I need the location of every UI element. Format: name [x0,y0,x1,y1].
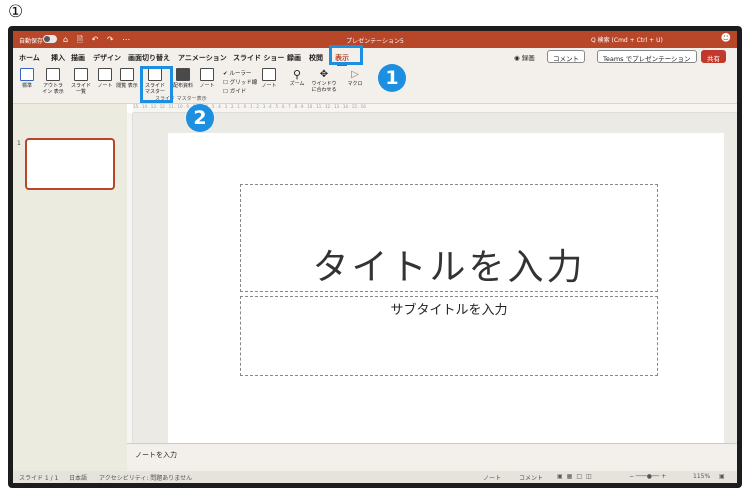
outline-view-icon [46,68,60,81]
thumbnail-number: 1 [17,140,21,147]
fit-window-icon: ✥ [319,69,329,80]
tab-slideshow[interactable]: スライド ショー [233,53,284,63]
zoom-label: ズーム [289,81,305,87]
notes-page-label: ノート [97,83,113,89]
reading-view-label: 閲覧 表示 [116,83,138,89]
slide-sorter-icon [74,68,88,81]
gridlines-checkbox[interactable]: ☐ グリッド線 [223,78,257,86]
tab-animations[interactable]: アニメーション [178,53,227,63]
callout-badge-one: 1 [378,64,406,92]
status-bar: スライド 1 / 1 日本語 アクセシビリティ: 問題ありません ノート コメン… [13,471,737,483]
title-placeholder[interactable]: タイトルを入力 [240,184,658,292]
accessibility-status[interactable]: アクセシビリティ: 問題ありません [99,473,192,482]
outline-view-button[interactable]: アウトライン 表示 [41,68,65,95]
comments-status-button[interactable]: コメント [519,473,543,482]
tab-design[interactable]: デザイン [93,53,121,63]
macro-label: マクロ [347,81,363,87]
notes-toggle-button[interactable]: ノート [257,68,281,89]
slide-master-highlight [140,66,173,103]
view-ribbon: 標準 アウトライン 表示 スライド 一覧 ノート 閲覧 表示 スライド マスター… [13,66,737,104]
slide-count: スライド 1 / 1 [19,475,59,482]
tab-insert[interactable]: 挿入 [51,53,65,63]
share-button[interactable]: 共有 [701,50,726,63]
notes-page-icon [98,68,112,81]
fit-slide-icon[interactable]: ▣ [719,473,725,480]
step-label: ① [8,2,24,22]
teams-present-button[interactable]: Teams でプレゼンテーション [597,50,697,63]
slide-canvas: タイトルを入力 サブタイトルを入力 [133,113,737,443]
normal-view-icon [20,68,34,81]
tab-record[interactable]: 録画 [287,53,301,63]
title-bar: 自動保存 ⌂ 🗎 ↶ ↷ ⋯ プレゼンテーション5 Q 検索 (Cmd + Ct… [13,31,737,48]
tab-home[interactable]: ホーム [19,53,40,63]
notes-master-label: ノート [199,83,215,89]
tab-transitions[interactable]: 画面切り替え [128,53,170,63]
tab-draw[interactable]: 描画 [71,53,85,63]
powerpoint-window: 自動保存 ⌂ 🗎 ↶ ↷ ⋯ プレゼンテーション5 Q 検索 (Cmd + Ct… [8,26,742,488]
handout-master-label: 配布資料 [172,83,193,89]
normal-view-label: 標準 [21,83,32,89]
zoom-slider[interactable]: − ───●── + [629,473,666,480]
ruler-label: ルーラー [229,71,252,77]
notes-page-button[interactable]: ノート [93,68,117,89]
handout-master-button[interactable]: 配布資料 [171,68,195,89]
macro-button[interactable]: ▷ マクロ [343,68,367,87]
slide-thumbnail[interactable] [25,138,115,190]
guides-label: ガイド [229,89,247,95]
horizontal-ruler: 15 . 14 . 13 . 12 . 11 . 10 . 9 . 8 . 7 … [133,104,737,113]
subtitle-placeholder[interactable]: サブタイトルを入力 [240,296,658,376]
tab-review[interactable]: 校閲 [309,53,323,63]
view-tab-highlight [329,45,363,65]
notes-master-icon [200,68,214,81]
account-icon[interactable]: ☻ [721,33,731,44]
slide-sorter-button[interactable]: スライド 一覧 [69,68,93,95]
notes-placeholder: ノートを入力 [135,451,177,459]
search-input[interactable]: Q 検索 (Cmd + Ctrl + U) [591,35,663,44]
gridlines-label: グリッド線 [229,80,258,86]
macro-play-icon: ▷ [351,69,359,80]
language-status[interactable]: 日本語 [69,473,87,482]
ribbon-tabs: ホーム 挿入 描画 デザイン 画面切り替え アニメーション スライド ショー 録… [13,48,737,67]
magnifier-icon: ⚲ [292,68,302,81]
reading-view-icon [120,68,134,81]
zoom-level[interactable]: 115% [693,473,710,480]
notes-master-button[interactable]: ノート [195,68,219,89]
outline-view-label: アウトライン 表示 [42,83,64,95]
subtitle-placeholder-text: サブタイトルを入力 [390,303,508,318]
notes-pane[interactable]: ノートを入力 [127,443,737,471]
zoom-button[interactable]: ⚲ ズーム [285,68,309,87]
slide[interactable]: タイトルを入力 サブタイトルを入力 [168,133,724,443]
notes-toggle-icon [262,68,276,81]
notes-status-button[interactable]: ノート [483,473,501,482]
fit-window-label: ウインドウ に合わせる [311,81,337,93]
slide-thumbnail-panel: 1 [13,104,127,471]
reading-view-button[interactable]: 閲覧 表示 [115,68,139,89]
guides-checkbox[interactable]: ☐ ガイド [223,87,246,95]
normal-view-button[interactable]: 標準 [15,68,39,89]
title-placeholder-text: タイトルを入力 [312,247,586,288]
handout-master-icon [176,68,190,81]
comment-button[interactable]: コメント [547,50,585,63]
slide-sorter-label: スライド 一覧 [70,83,91,95]
view-switcher-icons[interactable]: ▣▦□◫ [557,473,596,480]
fit-window-button[interactable]: ✥ ウインドウ に合わせる [309,68,339,93]
ruler-checkbox[interactable]: ✔ ルーラー [223,69,251,77]
record-button[interactable]: ◉ 録画 [509,50,540,63]
callout-badge-two: 2 [186,104,214,132]
notes-toggle-label: ノート [261,83,277,89]
